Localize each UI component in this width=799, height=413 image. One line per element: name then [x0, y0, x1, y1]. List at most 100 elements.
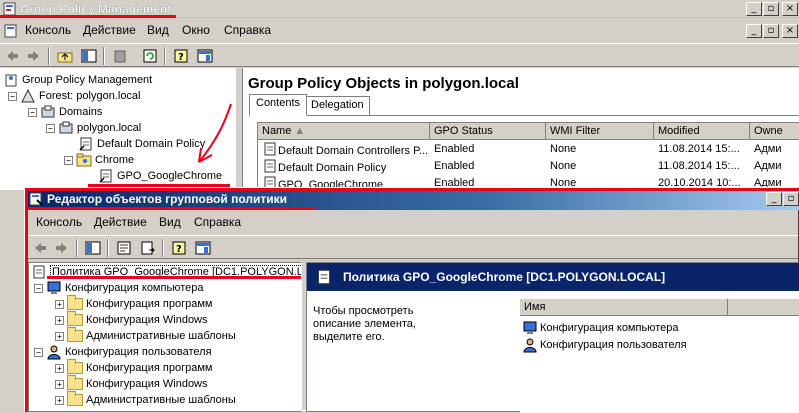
svg-text:?: ?	[176, 244, 182, 255]
expand-icon[interactable]: +	[55, 379, 64, 389]
col-header-blank	[728, 299, 799, 316]
col-header-wmi[interactable]: WMI Filter	[546, 123, 654, 140]
collapse-icon[interactable]: −	[46, 123, 55, 133]
collapse-icon[interactable]: −	[8, 91, 17, 101]
computer-icon	[47, 281, 61, 294]
gpm-title: Group Policy Management	[20, 2, 172, 16]
help-icon[interactable]: ?	[171, 46, 191, 66]
folder-icon	[67, 295, 83, 310]
collapse-icon[interactable]: −	[34, 283, 43, 293]
policy-header-icon	[317, 269, 331, 285]
editor-menubar: Консоль Действие Вид Справка	[28, 212, 798, 234]
table-row[interactable]: Default Domain Controllers P... Enabled …	[258, 141, 799, 158]
tree-item-gpm-root[interactable]: Group Policy Management	[3, 72, 152, 88]
back-arrow-icon[interactable]	[2, 46, 22, 66]
gpm-menu-view[interactable]: Вид	[147, 23, 169, 37]
col-header-modified[interactable]: Modified	[654, 123, 750, 140]
gpm-menu-action[interactable]: Действие	[83, 23, 136, 37]
tab-contents[interactable]: Contents	[249, 94, 308, 116]
editor-titlebar[interactable]: Редактор объектов групповой политики _ ▫	[25, 188, 799, 210]
show-tree-icon[interactable]	[83, 238, 103, 258]
tree-item-gpo-googlechrome[interactable]: GPO_GoogleChrome	[98, 168, 222, 184]
gpm-close-button[interactable]: ×	[782, 2, 798, 16]
tree-item-user-programs[interactable]: + Конфигурация программ	[55, 359, 212, 376]
forward-arrow-icon[interactable]	[52, 238, 72, 258]
editor-minimize-button[interactable]: _	[766, 192, 782, 206]
export-list-icon[interactable]	[138, 238, 158, 258]
user-icon	[47, 345, 61, 360]
gpm-root-icon	[5, 74, 17, 87]
help-icon[interactable]: ?	[169, 238, 189, 258]
expand-icon[interactable]: +	[55, 331, 64, 341]
gpm-minimize-button[interactable]: _	[746, 2, 762, 16]
user-icon	[523, 338, 537, 353]
table-row[interactable]: Default Domain Policy Enabled None 11.08…	[258, 158, 799, 175]
tree-item-domain[interactable]: − polygon.local	[46, 120, 141, 136]
gpo-link-icon	[99, 169, 112, 183]
editor-app-icon	[28, 191, 44, 207]
tree-item-computer-admin[interactable]: + Административные шаблоны	[55, 327, 236, 344]
tree-item-forest[interactable]: − Forest: polygon.local	[8, 88, 141, 104]
editor-menu-help[interactable]: Справка	[194, 215, 241, 229]
expand-icon[interactable]: +	[55, 395, 64, 405]
annotation-arrow-icon	[198, 103, 232, 163]
tree-item-computer-config[interactable]: − Конфигурация компьютера	[34, 280, 203, 296]
editor-right-pane: Политика GPO_GoogleChrome [DC1.POLYGON.L…	[306, 262, 799, 413]
editor-right-title: Политика GPO_GoogleChrome [DC1.POLYGON.L…	[343, 270, 666, 284]
properties-icon[interactable]	[195, 46, 215, 66]
show-tree-icon[interactable]	[79, 46, 99, 66]
gpm-menu-app-icon	[3, 23, 19, 39]
list-item[interactable]: Конфигурация компьютера	[522, 320, 678, 336]
back-arrow-icon[interactable]	[30, 238, 50, 258]
editor-toolbar: ?	[28, 235, 798, 259]
expand-icon[interactable]: +	[55, 299, 64, 309]
col-header-name[interactable]: Name ▲	[258, 123, 430, 140]
ou-folder-icon	[76, 153, 92, 167]
expand-icon[interactable]: +	[55, 363, 64, 373]
gpm-right-pane: Group Policy Objects in polygon.local Co…	[242, 68, 799, 191]
gpm-doc-minimize-button[interactable]: _	[746, 24, 762, 38]
tree-item-user-config[interactable]: − Конфигурация пользователя	[34, 344, 212, 360]
properties-icon[interactable]	[114, 238, 134, 258]
tree-item-computer-windows[interactable]: + Конфигурация Windows	[55, 311, 208, 328]
forward-arrow-icon[interactable]	[24, 46, 44, 66]
refresh-icon[interactable]	[140, 46, 160, 66]
domain-icon	[59, 121, 73, 134]
domains-icon	[41, 105, 55, 118]
tab-delegation[interactable]: Delegation	[305, 96, 370, 116]
tree-item-user-windows[interactable]: + Конфигурация Windows	[55, 375, 208, 392]
gpm-doc-restore-button[interactable]: ▫	[763, 24, 779, 38]
editor-maximize-button[interactable]: ▫	[783, 192, 799, 206]
tree-item-chrome-ou[interactable]: − Chrome	[64, 152, 134, 168]
editor-list: Имя Конфигурация компьютера Конфигурация…	[520, 299, 799, 413]
col-header-owner[interactable]: Owne	[750, 123, 799, 140]
gpo-table: Name ▲ GPO Status WMI Filter Modified Ow…	[257, 122, 799, 191]
gpo-link-icon	[79, 137, 92, 151]
tree-item-domains[interactable]: − Domains	[28, 104, 102, 120]
show-hide-action-pane-icon[interactable]	[193, 238, 213, 258]
gpm-menu-help[interactable]: Справка	[224, 23, 271, 37]
gpm-maximize-button[interactable]: ▫	[763, 2, 779, 16]
editor-menu-view[interactable]: Вид	[159, 215, 181, 229]
computer-icon	[523, 321, 537, 334]
collapse-icon[interactable]: −	[64, 155, 73, 165]
col-header-name[interactable]: Имя	[520, 299, 728, 316]
list-item[interactable]: Конфигурация пользователя	[522, 337, 687, 353]
gpm-menu-console[interactable]: Консоль	[25, 23, 71, 37]
gpm-toolbar: ?	[0, 43, 799, 67]
up-folder-icon[interactable]	[55, 46, 75, 66]
gpm-menu-window[interactable]: Окно	[182, 23, 210, 37]
gpm-titlebar[interactable]: Group Policy Management _ ▫ ×	[0, 0, 799, 18]
forest-icon	[21, 88, 35, 103]
expand-icon[interactable]: +	[55, 315, 64, 325]
editor-title: Редактор объектов групповой политики	[47, 192, 288, 206]
gpm-doc-close-button[interactable]: ×	[782, 24, 798, 38]
tree-item-user-admin[interactable]: + Административные шаблоны	[55, 391, 236, 408]
delete-icon[interactable]	[110, 46, 130, 66]
collapse-icon[interactable]: −	[28, 107, 37, 117]
col-header-status[interactable]: GPO Status	[430, 123, 546, 140]
editor-menu-console[interactable]: Консоль	[36, 215, 82, 229]
collapse-icon[interactable]: −	[34, 347, 43, 357]
tree-item-computer-programs[interactable]: + Конфигурация программ	[55, 295, 212, 312]
editor-menu-action[interactable]: Действие	[94, 215, 147, 229]
